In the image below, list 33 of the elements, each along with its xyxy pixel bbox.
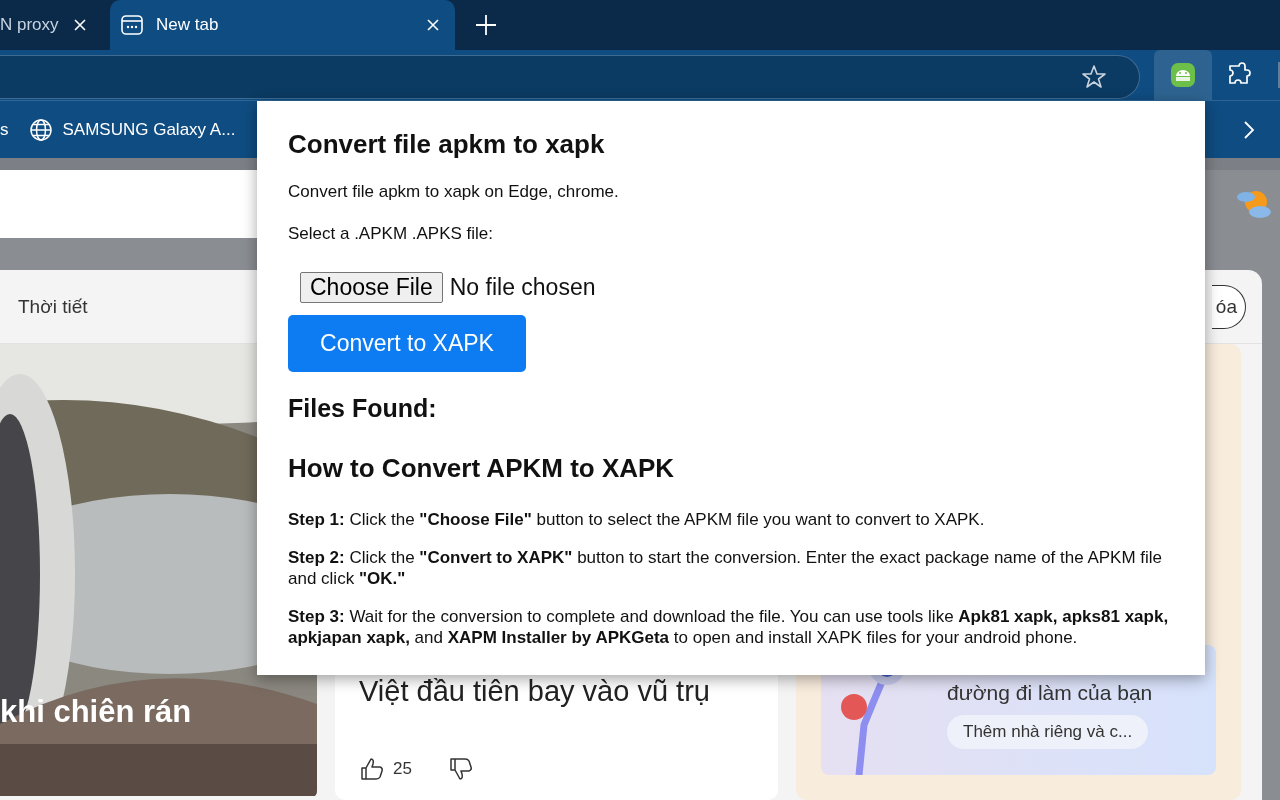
choose-file-button[interactable]: Choose File: [300, 272, 443, 303]
popup-title: Convert file apkm to xapk: [288, 129, 606, 160]
thumbs-up-icon[interactable]: [359, 756, 385, 782]
browser-tab[interactable]: N proxy: [0, 0, 102, 50]
nav-tab[interactable]: Thời tiết: [18, 295, 88, 318]
close-icon[interactable]: [72, 17, 88, 33]
like-count: 25: [393, 759, 412, 779]
bookmark-item[interactable]: s: [0, 113, 9, 146]
android-app-icon: [1170, 62, 1196, 88]
browser-tab[interactable]: New tab: [110, 0, 455, 50]
close-icon[interactable]: [425, 17, 441, 33]
plus-icon[interactable]: [475, 14, 497, 36]
globe-icon: [28, 117, 53, 142]
step-text: Step 3: Wait for the conversion to complete and download the file. You can use tools like Apk81 xapk, apks81 xapk, apkjapan xapk, and XAPM Installer by APKGeta to open and install XAPK files for your android phone.: [288, 607, 1170, 648]
section-heading: How to Convert APKM to XAPK: [288, 453, 676, 484]
description-text: Convert file apkm to xapk on Edge, chrome.: [288, 182, 620, 202]
card-headline: đường đi làm của bạn: [947, 681, 1153, 705]
star-icon[interactable]: [1081, 64, 1107, 90]
thumbs-down-icon[interactable]: [447, 756, 474, 782]
section-heading: Files Found:: [288, 394, 438, 423]
weather-icon: [1236, 188, 1272, 220]
extension-button[interactable]: [1154, 50, 1212, 100]
field-label: Select a .APKM .APKS file:: [288, 224, 495, 244]
step-text: Step 2: Click the "Convert to XAPK" button to start the conversion. Enter the exact package name of the APKM file and click "OK.": [288, 548, 1164, 590]
add-home-button[interactable]: Thêm nhà riêng và c...: [947, 715, 1149, 749]
convert-button[interactable]: Convert to XAPK: [288, 315, 526, 372]
bookmark-item[interactable]: SAMSUNG Galaxy A...: [28, 111, 236, 148]
outline-button[interactable]: óa: [1211, 284, 1246, 329]
step-text: Step 1: Click the "Choose File" button to select the APKM file you want to convert to XAPK.: [288, 510, 986, 531]
card-headline[interactable]: Việt đầu tiên bay vào vũ trụ: [359, 676, 754, 706]
file-status: No file chosen: [449, 274, 596, 301]
chevron-right-icon[interactable]: [1242, 119, 1256, 140]
browser-page-icon: [120, 13, 144, 37]
